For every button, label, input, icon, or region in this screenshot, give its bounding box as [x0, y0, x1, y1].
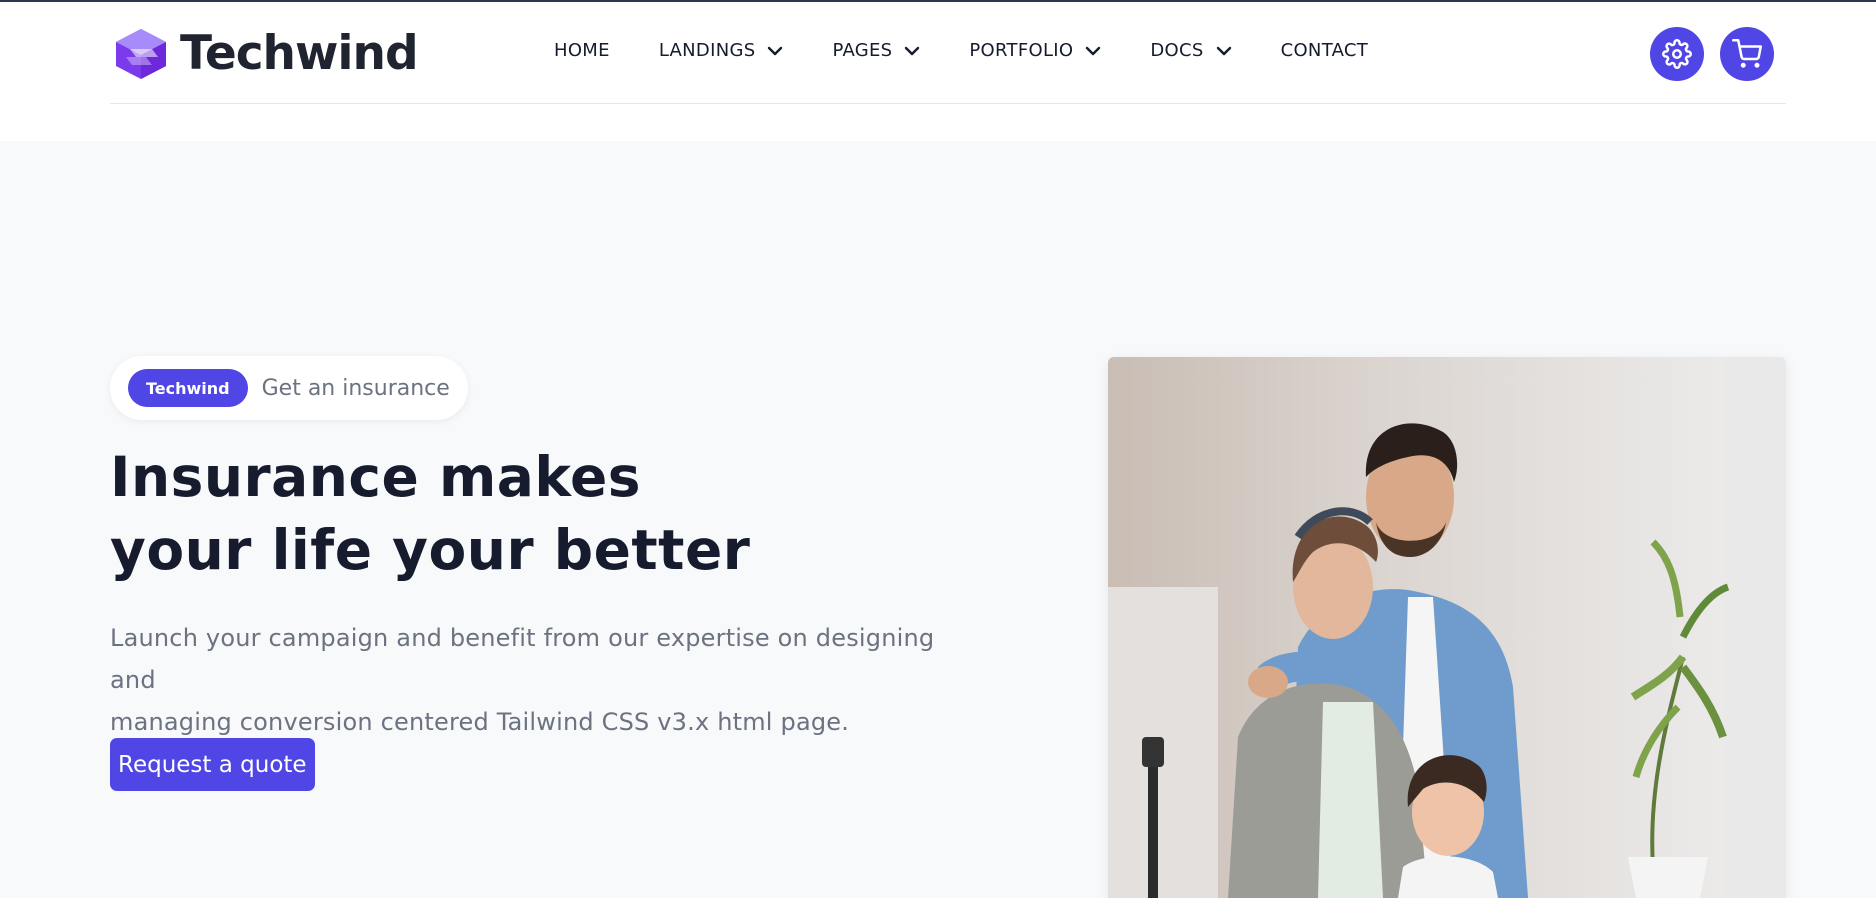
- nav-item-docs[interactable]: DOCS: [1150, 40, 1231, 61]
- nav-item-label: PORTFOLIO: [969, 40, 1074, 61]
- brand-name: Techwind: [180, 26, 419, 81]
- chevron-down-icon: [905, 46, 920, 55]
- request-quote-button[interactable]: Request a quote: [110, 738, 315, 791]
- nav-item-contact[interactable]: CONTACT: [1281, 40, 1368, 61]
- nav-item-label: PAGES: [832, 40, 893, 61]
- hero-tagline-pill: Techwind Get an insurance: [110, 356, 468, 420]
- chevron-down-icon: [1086, 46, 1101, 55]
- hero-description-line-2: managing conversion centered Tailwind CS…: [110, 708, 850, 736]
- nav-item-label: HOME: [554, 40, 610, 61]
- site-header: Techwind HOME LANDINGS PAGES PORTFOLIO D…: [0, 2, 1876, 104]
- cart-button[interactable]: [1720, 27, 1774, 81]
- hero-description-line-1: Launch your campaign and benefit from ou…: [110, 624, 935, 694]
- shopping-cart-icon: [1732, 39, 1762, 68]
- brand-badge: Techwind: [128, 369, 248, 407]
- hero-title-line-2: your life your better: [110, 518, 751, 582]
- hero-title: Insurance makes your life your better: [110, 441, 750, 587]
- nav-item-home[interactable]: HOME: [554, 40, 610, 61]
- logo-icon: [116, 28, 166, 79]
- settings-button[interactable]: [1650, 27, 1704, 81]
- nav-item-portfolio[interactable]: PORTFOLIO: [969, 40, 1101, 61]
- hero-family-image: [1108, 357, 1786, 898]
- nav-item-label: LANDINGS: [658, 40, 756, 61]
- nav-item-pages[interactable]: PAGES: [832, 40, 920, 61]
- header-container: Techwind HOME LANDINGS PAGES PORTFOLIO D…: [110, 2, 1786, 104]
- gear-icon: [1662, 39, 1692, 69]
- chevron-down-icon: [1216, 46, 1231, 55]
- main-nav: HOME LANDINGS PAGES PORTFOLIO DOCS CONTA…: [554, 40, 1368, 61]
- hero-description: Launch your campaign and benefit from ou…: [110, 617, 970, 743]
- hero-title-line-1: Insurance makes: [110, 445, 642, 509]
- nav-item-landings[interactable]: LANDINGS: [659, 40, 784, 61]
- brand-logo[interactable]: Techwind: [112, 26, 419, 81]
- nav-item-label: DOCS: [1150, 40, 1204, 61]
- chevron-down-icon: [768, 46, 783, 55]
- tagline-text: Get an insurance: [261, 375, 450, 401]
- nav-item-label: CONTACT: [1280, 40, 1369, 61]
- hero-section: Techwind Get an insurance Insurance make…: [0, 141, 1876, 898]
